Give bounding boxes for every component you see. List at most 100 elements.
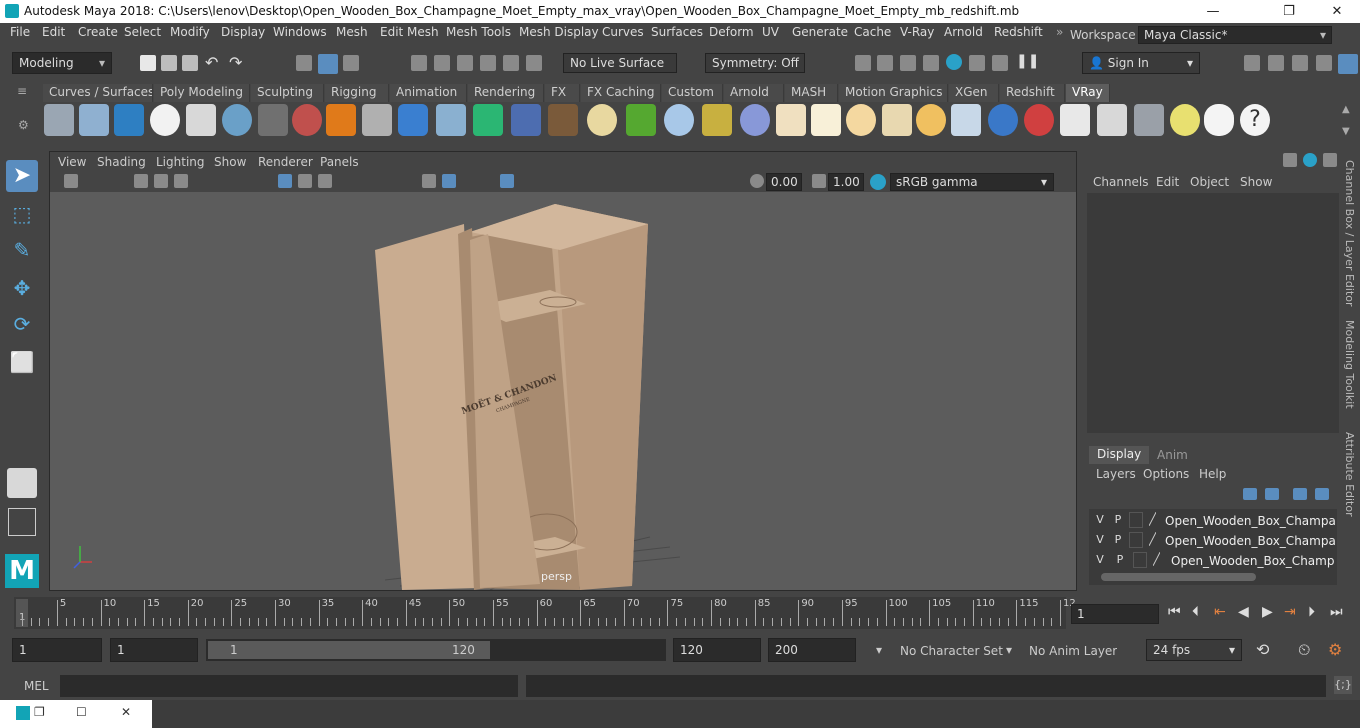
menu-mesh-tools[interactable]: Mesh Tools [446, 25, 511, 39]
start-time-field[interactable]: 1 [12, 638, 102, 662]
workspace-dropdown[interactable]: Maya Classic* ▾ [1138, 26, 1332, 44]
channel-box-settings-icon[interactable] [1283, 153, 1297, 167]
pause-icon[interactable]: ❚❚ [1016, 53, 1039, 69]
side-tab-attribute-editor[interactable]: Attribute Editor [1343, 432, 1356, 517]
vray-spot-light-icon[interactable] [811, 104, 841, 136]
cb-menu-show[interactable]: Show [1240, 175, 1272, 189]
move-layer-down-icon[interactable] [1265, 488, 1279, 500]
script-editor-icon[interactable]: {;} [1334, 676, 1352, 694]
animation-prefs-icon[interactable]: ⚙ [1328, 640, 1342, 659]
redo-icon[interactable]: ↷ [229, 53, 242, 72]
grid-toggle-icon[interactable] [278, 174, 292, 188]
open-scene-icon[interactable] [161, 55, 177, 71]
tool-settings-icon[interactable] [1292, 55, 1308, 71]
step-forward-icon[interactable]: ⏵ [1308, 604, 1315, 620]
gamma-field[interactable]: 1.00 [828, 173, 864, 191]
snap-grid-icon[interactable] [411, 55, 427, 71]
undo-icon[interactable]: ↶ [205, 53, 218, 72]
tab-xgen[interactable]: XGen [949, 84, 999, 102]
sign-in-button[interactable]: 👤 Sign In ▾ [1082, 52, 1200, 74]
layer-row[interactable]: V P ╱ Open_Wooden_Box_Champagne_ [1089, 512, 1337, 532]
vray-half-sphere-icon[interactable] [776, 104, 806, 136]
xray-icon[interactable] [442, 174, 456, 188]
vray-blue-sphere-icon[interactable] [988, 104, 1018, 136]
layer-display-type[interactable] [1129, 512, 1143, 528]
menu-deform[interactable]: Deform [709, 25, 754, 39]
layer-playback-toggle[interactable]: P [1111, 512, 1125, 528]
go-to-end-icon[interactable]: ⏭ [1330, 604, 1343, 620]
minimized-window[interactable]: ❐ ☐ ✕ [0, 700, 152, 728]
tab-fx[interactable]: FX [545, 84, 580, 102]
menu-modify[interactable]: Modify [170, 25, 210, 39]
maximize-button[interactable]: ❐ [1266, 0, 1312, 23]
vray-rect-light-icon[interactable] [951, 104, 981, 136]
minimize-button[interactable]: — [1190, 0, 1236, 23]
modeling-toolkit-icon[interactable] [1244, 55, 1260, 71]
menu-edit[interactable]: Edit [42, 25, 65, 39]
cb-menu-edit[interactable]: Edit [1156, 175, 1179, 189]
mode-dropdown[interactable]: Modeling ▾ [12, 52, 112, 74]
color-management-icon[interactable] [870, 174, 886, 190]
exposure-field[interactable]: 0.00 [766, 173, 802, 191]
tab-rendering[interactable]: Rendering [468, 84, 544, 102]
single-view-icon[interactable] [7, 468, 37, 498]
vray-sphere-grid-icon[interactable] [587, 104, 617, 136]
viewport-menu-shading[interactable]: Shading [97, 155, 146, 169]
vray-fire-icon[interactable] [326, 104, 356, 136]
snap-view-plane-icon[interactable] [480, 55, 496, 71]
vray-sphere-light-icon[interactable] [222, 104, 252, 136]
hypershade-icon[interactable] [946, 54, 962, 70]
character-set-label[interactable]: No Character Set [900, 644, 1003, 658]
layer-list-scrollbar[interactable] [1101, 573, 1256, 581]
vray-curve-icon[interactable] [702, 104, 732, 136]
maximize-icon[interactable]: ☐ [76, 705, 87, 719]
display-tab[interactable]: Display [1089, 446, 1149, 464]
tab-custom[interactable]: Custom [662, 84, 723, 102]
snap-point-icon[interactable] [457, 55, 473, 71]
anim-tab[interactable]: Anim [1157, 448, 1188, 462]
close-button[interactable]: ✕ [1314, 0, 1360, 23]
viewport-menu-renderer[interactable]: Renderer [258, 155, 313, 169]
menu-mesh[interactable]: Mesh [336, 25, 368, 39]
vray-sun-icon[interactable] [916, 104, 946, 136]
play-backwards-icon[interactable]: ◀ [1238, 604, 1249, 620]
close-icon[interactable]: ✕ [121, 705, 131, 719]
layer-visibility-toggle[interactable]: V [1093, 532, 1107, 548]
range-slider-fill[interactable] [208, 641, 490, 659]
layer-display-type[interactable] [1129, 532, 1143, 548]
attribute-editor-icon[interactable] [1268, 55, 1284, 71]
viewport-canvas[interactable]: MOËT & CHANDON CHAMPAGNE persp [50, 192, 1076, 590]
side-tab-channel-box[interactable]: Channel Box / Layer Editor [1343, 160, 1356, 307]
tab-motion-graphics[interactable]: Motion Graphics [839, 84, 948, 102]
loop-icon[interactable]: ⟲ [1256, 640, 1269, 659]
menu-uv[interactable]: UV [762, 25, 779, 39]
layer-menu-layers[interactable]: Layers [1096, 467, 1136, 481]
shelf-menu-icon[interactable]: ≡ [17, 84, 27, 98]
end-time-field[interactable]: 200 [768, 638, 856, 662]
vray-grass-icon[interactable] [626, 104, 656, 136]
cb-menu-object[interactable]: Object [1190, 175, 1229, 189]
symmetry-field[interactable]: Symmetry: Off [705, 53, 805, 73]
channel-box-icon[interactable] [1338, 54, 1358, 74]
render-settings-icon[interactable] [923, 55, 939, 71]
tab-arnold[interactable]: Arnold [724, 84, 784, 102]
vray-displacement-icon[interactable] [548, 104, 578, 136]
vray-cone-icon[interactable] [436, 104, 466, 136]
menu-surfaces[interactable]: Surfaces [651, 25, 703, 39]
tab-mash[interactable]: MASH [785, 84, 838, 102]
layer-display-type[interactable] [1133, 552, 1147, 568]
menu-generate[interactable]: Generate [792, 25, 848, 39]
menu-vray[interactable]: V-Ray [900, 25, 934, 39]
playback-end-field[interactable]: 120 [673, 638, 761, 662]
vray-render-elements-icon[interactable] [1097, 104, 1127, 136]
menu-display[interactable]: Display [221, 25, 265, 39]
step-back-icon[interactable]: ⏴ [1192, 604, 1199, 620]
outliner-icon[interactable] [1316, 55, 1332, 71]
save-scene-icon[interactable] [182, 55, 198, 71]
anim-layer-label[interactable]: No Anim Layer [1029, 644, 1117, 658]
vray-globe-icon[interactable] [740, 104, 770, 136]
four-view-icon[interactable] [8, 508, 36, 536]
select-object-icon[interactable] [318, 54, 338, 74]
new-layer-icon[interactable] [1293, 488, 1307, 500]
tab-poly-modeling[interactable]: Poly Modeling [154, 84, 250, 102]
